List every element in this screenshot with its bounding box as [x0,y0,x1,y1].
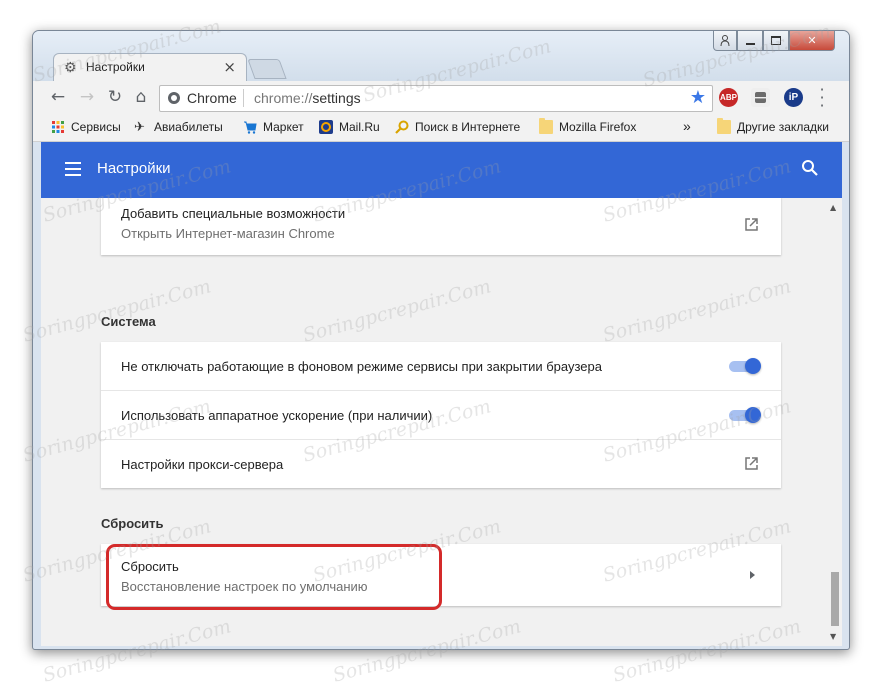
user-icon[interactable] [713,31,737,51]
gear-icon: ⚙ [64,60,77,76]
accessibility-card: Добавить специальные возможности Открыть… [101,198,781,255]
bookmark-item[interactable]: Mail.Ru [319,120,380,134]
reload-button[interactable]: ↻ [104,86,126,108]
background-apps-toggle[interactable] [729,358,761,374]
tab-title: Настройки [86,60,145,74]
proxy-settings-row[interactable]: Настройки прокси-сервера [101,439,781,488]
folder-icon [539,118,553,134]
new-tab-button[interactable] [247,59,287,79]
folder-icon [717,118,731,134]
background-apps-row[interactable]: Не отключать работающие в фоновом режиме… [101,342,781,390]
settings-content: Добавить специальные возможности Открыть… [41,198,827,646]
airplane-icon: ✈ [134,119,145,134]
settings-header: Настройки [41,142,842,198]
bookmark-item[interactable]: Маркет [243,120,304,134]
bookmarks-overflow-button[interactable]: » [683,118,691,134]
hamburger-menu-icon[interactable] [65,162,81,180]
chevron-right-icon [750,571,755,579]
external-link-icon[interactable] [744,456,759,471]
omnibox-separator [243,89,244,107]
section-title-system: Система [101,314,156,329]
tab-close-icon[interactable]: × [223,58,236,76]
hardware-acceleration-label: Использовать аппаратное ускорение (при н… [121,408,433,423]
bookmark-item[interactable]: Сервисы [51,120,121,134]
search-key-icon [395,120,409,134]
reset-highlight-frame [106,544,442,610]
bookmark-label: Авиабилеты [154,120,223,134]
external-link-icon[interactable] [744,217,759,232]
url-text: chrome://settings [254,90,361,106]
toolbar: ← → ↻ ⌂ Chrome chrome://settings ★ ABP i… [33,81,849,115]
minimize-icon[interactable] [737,31,763,51]
apps-grid-icon [51,120,65,134]
page-title: Настройки [97,160,171,177]
scrollbar-thumb[interactable] [831,572,839,626]
bookmark-item[interactable]: Mozilla Firefox [539,118,637,134]
bookmark-label: Поиск в Интернете [415,120,521,134]
menu-dots-icon[interactable]: · · · [817,82,827,114]
background-apps-label: Не отключать работающие в фоновом режиме… [121,359,602,374]
mailru-icon [319,120,333,134]
home-button[interactable]: ⌂ [130,86,152,108]
search-icon[interactable] [800,158,820,178]
adblock-plus-icon[interactable]: ABP [719,88,738,107]
bookmark-item[interactable]: Поиск в Интернете [395,120,520,134]
bookmark-label: Mail.Ru [339,120,380,134]
system-card: Не отключать работающие в фоновом режиме… [101,342,781,488]
hardware-acceleration-row[interactable]: Использовать аппаратное ускорение (при н… [101,390,781,439]
scroll-up-icon[interactable]: ▲ [830,203,836,212]
accessibility-row[interactable]: Добавить специальные возможности Открыть… [101,198,781,255]
cart-icon [243,120,257,134]
bookmark-star-icon[interactable]: ★ [690,87,706,108]
scrollbar[interactable]: ▲ ▼ [827,198,842,646]
window-controls: ✕ [713,31,835,51]
section-title-reset: Сбросить [101,516,164,531]
url-path: settings [312,90,361,106]
bookmark-label: Маркет [263,120,304,134]
omnibox-chip: Chrome [187,90,237,106]
forward-button[interactable]: → [76,86,98,108]
maximize-icon[interactable] [763,31,789,51]
hardware-acceleration-toggle[interactable] [729,407,761,423]
extension-puzzle-icon[interactable] [751,88,770,107]
other-bookmarks-label: Другие закладки [737,120,829,134]
accessibility-subtitle: Открыть Интернет-магазин Chrome [121,226,335,241]
bookmark-label: Mozilla Firefox [559,120,637,134]
chrome-page-icon [168,92,180,104]
close-icon[interactable]: ✕ [789,31,835,51]
bookmarks-bar: Сервисы ✈ Авиабилеты Маркет Mail.Ru Поиск… [33,115,849,142]
bookmark-item[interactable]: ✈ Авиабилеты [134,119,223,135]
proxy-settings-label: Настройки прокси-сервера [121,457,284,472]
accessibility-title: Добавить специальные возможности [121,206,346,221]
browser-window: ✕ ⚙ Настройки × ← → ↻ ⌂ Chrome chrome://… [32,30,850,650]
address-bar[interactable]: Chrome chrome://settings ★ [159,85,713,112]
tab-settings[interactable]: ⚙ Настройки × [53,53,247,82]
other-bookmarks[interactable]: Другие закладки [717,118,829,134]
scroll-down-icon[interactable]: ▼ [830,632,836,641]
bookmark-label: Сервисы [71,120,121,134]
back-button[interactable]: ← [47,86,69,108]
ip-extension-icon[interactable]: iP [784,88,803,107]
url-scheme: chrome:// [254,90,313,106]
